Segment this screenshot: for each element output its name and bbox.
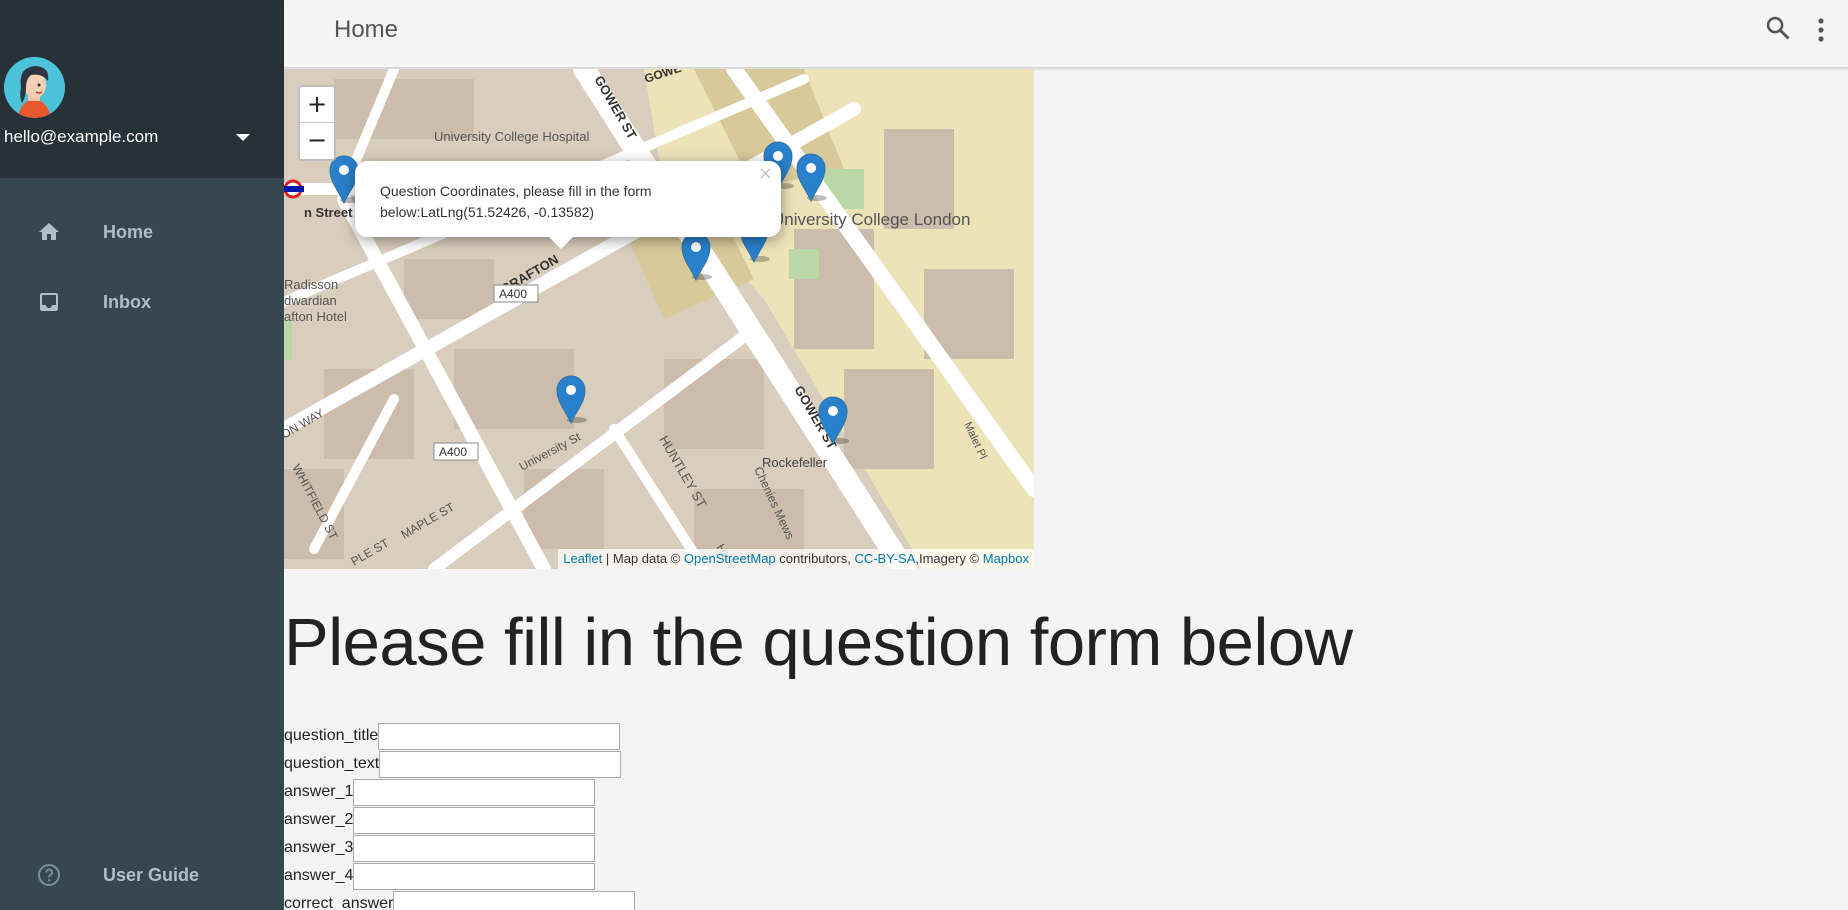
field-label: answer_3 — [284, 839, 354, 856]
search-icon[interactable] — [1764, 14, 1792, 42]
popup-text: Question Coordinates, please fill in the… — [380, 183, 652, 220]
map-label-edwardian: dwardian — [284, 293, 337, 308]
avatar-image — [4, 57, 64, 118]
form-row-answer-4: answer_4 — [284, 862, 596, 890]
sidebar-item-home[interactable]: Home — [0, 202, 284, 262]
field-label: question_title — [284, 727, 379, 744]
cc-by-sa-link[interactable]: CC-BY-SA — [854, 551, 915, 566]
account-dropdown-icon[interactable] — [236, 134, 250, 141]
form-row-answer-3: answer_3 — [284, 834, 596, 862]
openstreetmap-link[interactable]: OpenStreetMap — [684, 551, 776, 566]
answer-4-input[interactable] — [353, 862, 596, 890]
sidebar-item-user-guide[interactable]: User Guide — [0, 845, 284, 905]
form-row-correct-answer: correct_answer — [284, 890, 636, 910]
correct-answer-input[interactable] — [393, 890, 636, 910]
map-label-a400-bottom: A400 — [439, 445, 467, 459]
zoom-in-button[interactable]: + — [300, 87, 334, 123]
map-label-a400-top: A400 — [499, 287, 527, 301]
avatar[interactable] — [4, 57, 65, 118]
answer-3-input[interactable] — [353, 834, 596, 862]
map-popup: Question Coordinates, please fill in the… — [355, 161, 781, 249]
field-label: correct_answer — [284, 895, 394, 910]
map-attribution: Leaflet | Map data © OpenStreetMap contr… — [558, 549, 1034, 569]
help-icon — [38, 864, 60, 886]
map-marker-icon[interactable] — [817, 395, 849, 445]
field-label: question_text — [284, 755, 380, 772]
popup-tip — [547, 235, 575, 249]
map-label-radisson: Radisson — [284, 277, 338, 292]
map-label-street: n Street — [304, 205, 353, 220]
form-row-answer-2: answer_2 — [284, 806, 596, 834]
sidebar-item-label: Inbox — [103, 292, 151, 312]
field-label: answer_1 — [284, 783, 354, 800]
form-heading: Please fill in the question form below — [284, 605, 1353, 680]
map-label-ucl-hospital: University College Hospital — [434, 129, 589, 144]
popup-close-button[interactable]: × — [758, 163, 773, 184]
field-label: answer_4 — [284, 867, 354, 884]
zoom-out-button[interactable]: − — [300, 123, 334, 159]
map-tiles: University College Hospital n Street Rad… — [284, 69, 1034, 569]
form-row-question-text: question_text — [284, 750, 622, 778]
answer-2-input[interactable] — [353, 806, 596, 834]
form-row-question-title: question_title — [284, 722, 621, 750]
zoom-control: + − — [298, 85, 336, 161]
map-label-grafton-hotel: afton Hotel — [284, 309, 347, 324]
field-label: answer_2 — [284, 811, 354, 828]
sidebar-header: hello@example.com — [0, 0, 284, 178]
inbox-icon — [40, 293, 58, 311]
sidebar-item-inbox[interactable]: Inbox — [0, 272, 284, 332]
app-bar: Home — [284, 0, 1848, 68]
sidebar: hello@example.com Home Inbox User Guide — [0, 0, 284, 910]
account-email: hello@example.com — [4, 127, 159, 146]
form-row-answer-1: answer_1 — [284, 778, 596, 806]
question-title-input[interactable] — [378, 722, 621, 750]
leaflet-link[interactable]: Leaflet — [563, 551, 602, 566]
more-vert-icon[interactable] — [1816, 16, 1826, 44]
mapbox-link[interactable]: Mapbox — [983, 551, 1029, 566]
answer-1-input[interactable] — [353, 778, 596, 806]
attribution-text: contributors, — [775, 551, 855, 566]
map-marker-icon[interactable] — [555, 374, 587, 424]
sidebar-item-label: User Guide — [103, 865, 200, 885]
page-title: Home — [334, 16, 399, 43]
sidebar-item-label: Home — [103, 222, 154, 242]
map-marker-icon[interactable] — [680, 231, 712, 281]
question-text-input[interactable] — [379, 750, 622, 778]
map-label-ucl: University College London — [772, 210, 970, 229]
attribution-text: | Map data © — [602, 551, 684, 566]
map-label-rockefeller: Rockefeller — [762, 455, 828, 470]
home-icon — [39, 223, 59, 240]
map-marker-icon[interactable] — [795, 152, 827, 202]
attribution-text: ,Imagery © — [915, 551, 983, 566]
map[interactable]: University College Hospital n Street Rad… — [284, 69, 1034, 569]
